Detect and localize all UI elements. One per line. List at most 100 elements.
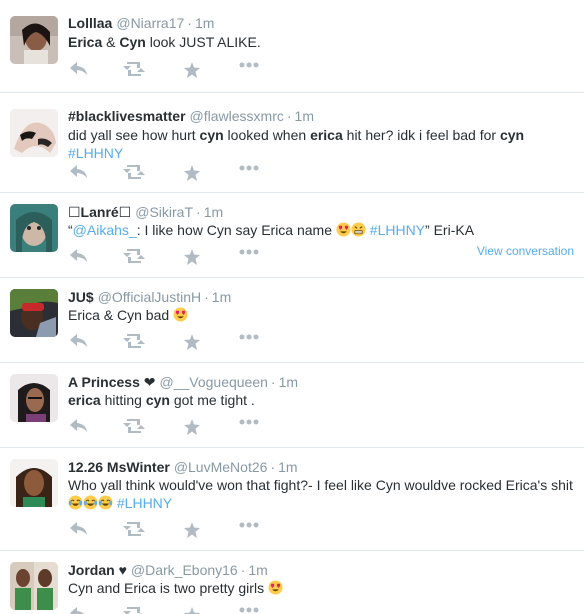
star-icon[interactable] <box>181 165 203 183</box>
tweet-text: Erica & Cyn look JUST ALIKE. <box>68 34 261 50</box>
author-handle[interactable]: @OfficialJustinH <box>98 289 201 305</box>
retweet-icon[interactable] <box>123 419 145 437</box>
tweet-actions <box>68 334 308 354</box>
avatar[interactable] <box>10 374 58 422</box>
separator-dot: · <box>240 562 246 578</box>
highlighted-keyword: Erica <box>68 34 103 50</box>
retweet-icon[interactable] <box>123 607 145 614</box>
tweet-actions <box>68 249 308 269</box>
avatar[interactable] <box>10 109 58 157</box>
star-icon[interactable] <box>181 249 203 267</box>
author-name[interactable]: A Princess ❤ <box>68 374 155 390</box>
author-handle[interactable]: @SikiraT <box>135 204 193 220</box>
retweet-icon[interactable] <box>123 165 145 183</box>
joy-emoji <box>83 495 98 510</box>
star-icon[interactable] <box>181 62 203 80</box>
separator-dot: · <box>187 15 192 31</box>
more-icon[interactable] <box>238 607 260 614</box>
highlighted-keyword: erica <box>68 392 101 408</box>
tweet-header: A Princess ❤ @__Voguequeen · 1m <box>68 373 298 391</box>
tweet[interactable]: Lolllaa @Niarra17 · 1m Erica & Cyn look JUS… <box>0 0 584 93</box>
reply-icon[interactable] <box>68 249 90 267</box>
more-icon[interactable] <box>238 419 260 437</box>
hashtag-link[interactable]: #LHHNY <box>117 495 172 511</box>
avatar[interactable] <box>10 16 58 64</box>
separator-dot: · <box>270 459 276 475</box>
separator-dot: · <box>204 289 209 305</box>
tweet-actions <box>68 165 308 185</box>
author-handle[interactable]: @__Voguequeen <box>159 374 267 390</box>
author-name[interactable]: #blacklivesmatter <box>68 108 186 124</box>
highlighted-keyword: Cyn <box>119 34 146 50</box>
reply-icon[interactable] <box>68 62 90 80</box>
more-icon[interactable] <box>238 249 260 267</box>
author-handle[interactable]: @Niarra17 <box>116 15 184 31</box>
avatar[interactable] <box>10 204 58 252</box>
tweet[interactable]: ☐Lanré☐ @SikiraT · 1m “@Aikahs_: I like how… <box>0 193 584 278</box>
star-icon[interactable] <box>181 334 203 352</box>
tweet-header: Jordan ♥ @Dark_Ebony16 · 1m <box>68 561 268 579</box>
timestamp[interactable]: 1m <box>279 374 298 390</box>
timestamp[interactable]: 1m <box>278 459 297 475</box>
heart-eyes-emoji <box>173 307 188 322</box>
tweet-text: “@Aikahs_: I like how Cyn say Erica name… <box>68 222 475 238</box>
tweet[interactable]: #blacklivesmatter @flawlessxmrc · 1m did ya… <box>0 93 584 193</box>
mention-link[interactable]: @Aikahs_ <box>73 222 137 238</box>
tweet-actions <box>68 62 308 82</box>
tweet-text: Erica & Cyn bad <box>68 306 574 324</box>
star-icon[interactable] <box>181 522 203 540</box>
retweet-icon[interactable] <box>123 522 145 540</box>
more-icon[interactable] <box>238 165 260 183</box>
author-name[interactable]: 12.26 MsWinter <box>68 459 170 475</box>
tweet[interactable]: JU$ @OfficialJustinH · 1m Erica & Cyn bad <box>0 278 584 363</box>
tweet-text: did yall see how hurt cyn looked when er… <box>68 127 525 161</box>
retweet-icon[interactable] <box>123 62 145 80</box>
tweet-timeline: Lolllaa @Niarra17 · 1m Erica & Cyn look JUS… <box>0 0 584 614</box>
more-icon[interactable] <box>238 334 260 352</box>
reply-icon[interactable] <box>68 334 90 352</box>
tweet-actions <box>68 607 308 614</box>
separator-dot: · <box>286 108 292 124</box>
highlighted-keyword: cyn <box>499 127 525 143</box>
timestamp[interactable]: 1m <box>212 289 231 305</box>
timestamp[interactable]: 1m <box>195 15 214 31</box>
timestamp[interactable]: 1m <box>248 562 267 578</box>
tweet[interactable]: Jordan ♥ @Dark_Ebony16 · 1m Cyn and Erica i… <box>0 551 584 614</box>
author-handle[interactable]: @Dark_Ebony16 <box>131 562 238 578</box>
reply-icon[interactable] <box>68 419 90 437</box>
reply-icon[interactable] <box>68 165 90 183</box>
reply-icon[interactable] <box>68 522 90 540</box>
heart-eyes-emoji <box>268 580 283 595</box>
star-icon[interactable] <box>181 419 203 437</box>
more-icon[interactable] <box>238 62 260 80</box>
tweet[interactable]: 12.26 MsWinter @LuvMeNot26 · 1m Who yall th… <box>0 448 584 551</box>
highlighted-keyword: cyn <box>145 392 170 408</box>
timestamp[interactable]: 1m <box>295 108 314 124</box>
star-icon[interactable] <box>181 607 203 614</box>
reply-icon[interactable] <box>68 607 90 614</box>
retweet-icon[interactable] <box>123 334 145 352</box>
tweet-header: ☐Lanré☐ @SikiraT · 1m <box>68 203 223 221</box>
avatar[interactable] <box>10 459 58 507</box>
heart-eyes-emoji <box>336 222 351 237</box>
avatar[interactable] <box>10 562 58 610</box>
timestamp[interactable]: 1m <box>204 204 223 220</box>
retweet-icon[interactable] <box>123 249 145 267</box>
tweet-header: #blacklivesmatter @flawlessxmrc · 1m <box>68 107 314 125</box>
tweet[interactable]: A Princess ❤ @__Voguequeen · 1m erica hitti… <box>0 363 584 448</box>
hashtag-link[interactable]: #LHHNY <box>68 145 123 161</box>
author-name[interactable]: Lolllaa <box>68 15 112 31</box>
avatar[interactable] <box>10 289 58 337</box>
tweet-actions <box>68 419 308 439</box>
highlighted-keyword: erica <box>310 127 343 143</box>
author-name[interactable]: Jordan ♥ <box>68 562 127 578</box>
hashtag-link[interactable]: #LHHNY <box>370 222 425 238</box>
tweet-header: 12.26 MsWinter @LuvMeNot26 · 1m <box>68 458 298 476</box>
author-name[interactable]: ☐Lanré☐ <box>68 204 131 220</box>
view-conversation-link[interactable]: View conversation <box>477 244 574 258</box>
joy-emoji <box>98 495 113 510</box>
author-name[interactable]: JU$ <box>68 289 94 305</box>
author-handle[interactable]: @LuvMeNot26 <box>174 459 268 475</box>
more-icon[interactable] <box>238 522 260 540</box>
author-handle[interactable]: @flawlessxmrc <box>190 108 284 124</box>
